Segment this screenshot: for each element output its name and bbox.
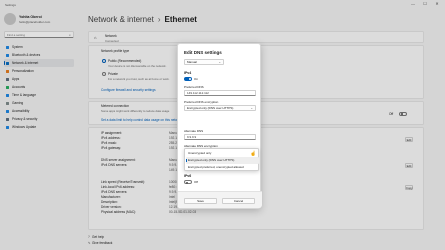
preferred-dns-label: Preferred DNS xyxy=(184,85,204,89)
dropdown-option-label: Encrypted only (DNS over HTTPS) xyxy=(188,157,235,162)
ipv4-toggle-label: On xyxy=(194,77,199,81)
ipv6-toggle[interactable] xyxy=(184,180,192,184)
ipv4-heading: IPv4 xyxy=(184,71,192,75)
preferred-encryption-select[interactable]: Encrypted only (DNS over HTTPS) ⌄ xyxy=(184,105,256,111)
dropdown-option-encrypted-preferred[interactable]: Encrypted preferred, unencrypted allowed xyxy=(186,164,259,171)
preferred-dns-input[interactable]: 149.112.112.112 xyxy=(184,90,256,96)
ipv4-toggle[interactable] xyxy=(184,77,192,81)
ipv6-heading: IPv6 xyxy=(184,174,192,178)
dns-mode-select[interactable]: Manual ⌄ xyxy=(184,59,224,65)
save-button[interactable]: Save xyxy=(184,198,217,204)
edit-dns-dialog: Edit DNS settings Manual ⌄ IPv4 On Prefe… xyxy=(177,43,262,209)
dialog-title: Edit DNS settings xyxy=(184,50,222,55)
hand-cursor-icon: ☝ xyxy=(250,151,257,157)
preferred-encryption-label: Preferred DNS encryption xyxy=(184,100,219,104)
chevron-down-icon: ⌄ xyxy=(250,106,253,110)
chevron-down-icon: ⌄ xyxy=(218,60,221,64)
dialog-footer: Save Cancel xyxy=(178,191,262,208)
alternate-dns-input[interactable]: 9.9.9.9 xyxy=(184,134,256,140)
alternate-encryption-dropdown: Unencrypted only Encrypted only (DNS ove… xyxy=(184,148,259,171)
selection-indicator xyxy=(186,158,187,162)
alternate-dns-label: Alternate DNS xyxy=(184,129,204,133)
dropdown-option-unencrypted[interactable]: Unencrypted only xyxy=(186,150,259,157)
cancel-button[interactable]: Cancel xyxy=(222,198,255,204)
dns-mode-value: Manual xyxy=(187,60,197,64)
dropdown-option-encrypted-only[interactable]: Encrypted only (DNS over HTTPS) xyxy=(186,156,259,164)
ipv6-toggle-label: Off xyxy=(194,180,198,184)
preferred-encryption-value: Encrypted only (DNS over HTTPS) xyxy=(187,106,234,110)
